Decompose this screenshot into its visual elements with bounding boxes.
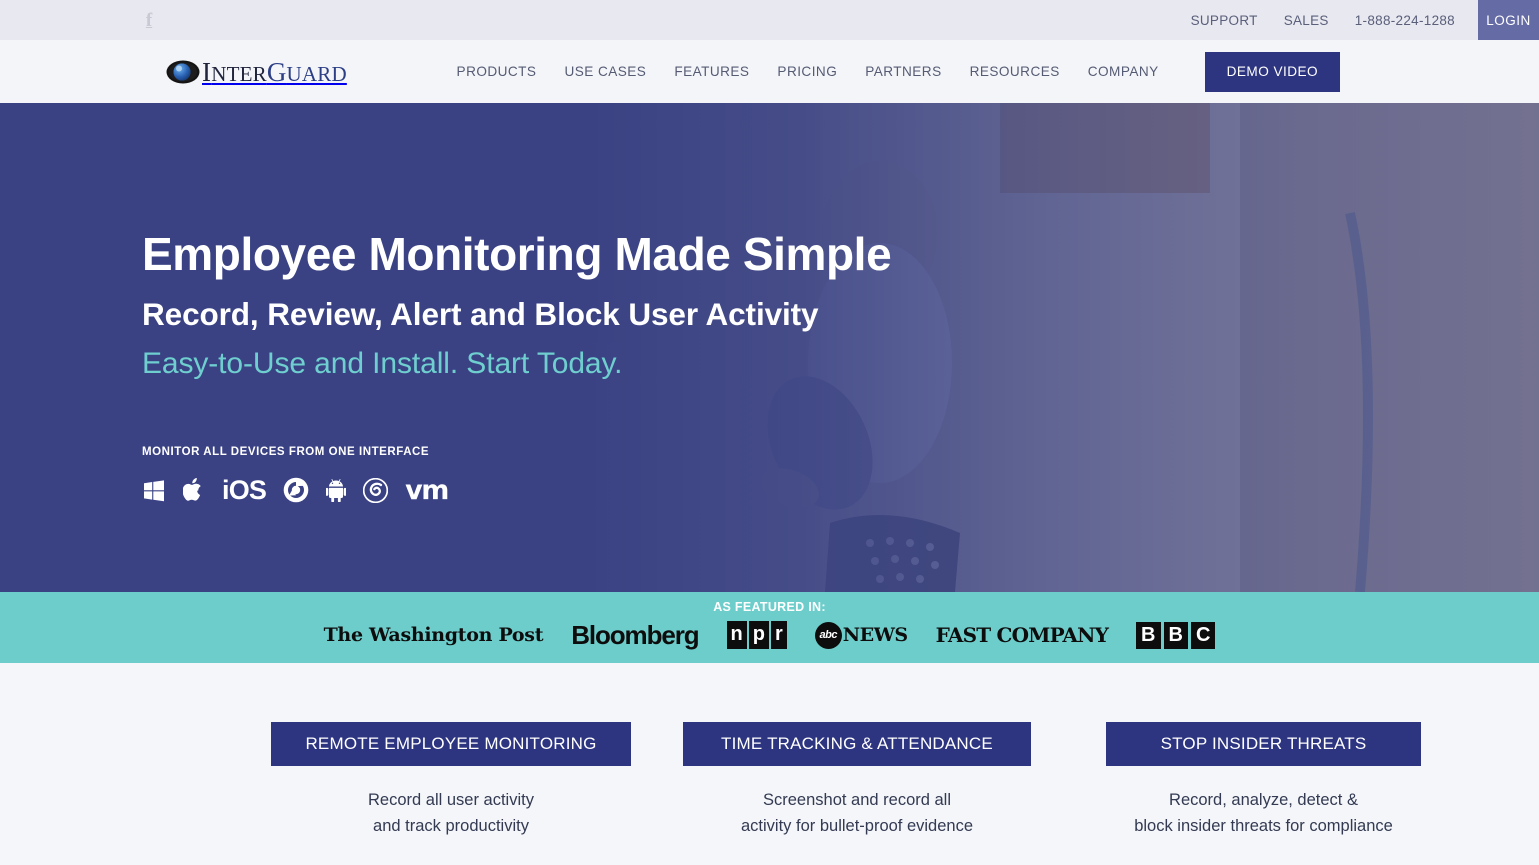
abc-circle-mark: abc [814, 621, 842, 649]
card-description: Record, analyze, detect & block insider … [1106, 788, 1421, 839]
nav-item-resources[interactable]: RESOURCES [970, 64, 1060, 79]
hero-subheadline: Record, Review, Alert and Block User Act… [142, 295, 819, 332]
nav-item-pricing[interactable]: PRICING [777, 64, 837, 79]
bbc-letter-b2: B [1163, 621, 1188, 649]
demo-video-button[interactable]: DEMO VIDEO [1204, 51, 1340, 92]
card-description-line-2: activity for bullet-proof evidence [740, 816, 974, 835]
logo-wordmark: INTERGUARD [202, 57, 347, 87]
primary-nav: PRODUCTS USE CASES FEATURES PRICING PART… [457, 40, 1539, 103]
npr-letter-n: n [726, 621, 747, 649]
topbar-phone-number[interactable]: 1-888-224-1288 [1355, 13, 1455, 28]
bloomberg-logo: Bloomberg [571, 619, 699, 650]
feature-cards: REMOTE EMPLOYEE MONITORING Record all us… [0, 663, 1539, 839]
card-description: Record all user activity and track produ… [271, 788, 631, 839]
nav-item-partners[interactable]: PARTNERS [865, 64, 941, 79]
abc-news-logo: abc NEWS [814, 621, 908, 649]
hero-headline: Employee Monitoring Made Simple [142, 228, 892, 280]
card-description: Screenshot and record all activity for b… [683, 788, 1031, 839]
topbar-link-sales[interactable]: SALES [1284, 13, 1329, 28]
feature-card-time-tracking-attendance[interactable]: TIME TRACKING & ATTENDANCE Screenshot an… [683, 722, 1031, 839]
top-utility-bar: f SUPPORT SALES 1-888-224-1288 LOGIN [0, 0, 1539, 40]
citrix-icon [363, 477, 389, 503]
hero-content: Employee Monitoring Made Simple Record, … [0, 103, 1539, 506]
npr-letter-r: r [770, 621, 787, 649]
nav-item-products[interactable]: PRODUCTS [457, 64, 537, 79]
card-description-line-1: Screenshot and record all [762, 791, 952, 809]
bbc-letter-c: C [1190, 621, 1216, 649]
nav-item-use-cases[interactable]: USE CASES [564, 64, 646, 79]
nav-item-company[interactable]: COMPANY [1088, 64, 1159, 79]
ios-icon: iOS [222, 474, 267, 505]
chrome-icon [283, 477, 309, 503]
facebook-icon[interactable]: f [140, 9, 158, 31]
feature-card-remote-employee-monitoring[interactable]: REMOTE EMPLOYEE MONITORING Record all us… [271, 722, 631, 839]
topbar-social-area: f [0, 0, 158, 40]
nav-item-features[interactable]: FEATURES [674, 64, 749, 79]
npr-letter-p: p [748, 621, 769, 649]
bbc-logo: B B C [1136, 621, 1216, 649]
main-navbar: INTERGUARD PRODUCTS USE CASES FEATURES P… [0, 40, 1539, 103]
apple-icon [183, 477, 205, 503]
fast-company-logo: FAST COMPANY [935, 623, 1109, 647]
interguard-logo[interactable]: INTERGUARD [166, 57, 347, 87]
hero-section: Employee Monitoring Made Simple Record, … [0, 103, 1539, 592]
as-featured-in-title: AS FEATURED IN: [713, 600, 826, 614]
android-icon [326, 478, 347, 503]
hero-devices-label: MONITOR ALL DEVICES FROM ONE INTERFACE [142, 446, 430, 459]
washington-post-logo: The Washington Post [323, 624, 544, 646]
topbar-links: SUPPORT SALES 1-888-224-1288 [1191, 0, 1478, 40]
topbar-link-support[interactable]: SUPPORT [1191, 13, 1258, 28]
login-button[interactable]: LOGIN [1478, 0, 1539, 40]
card-title[interactable]: STOP INSIDER THREATS [1106, 722, 1421, 766]
press-logos: The Washington Post Bloomberg n p r abc … [0, 620, 1539, 650]
vmware-icon: vm [405, 474, 449, 506]
feature-card-stop-insider-threats[interactable]: STOP INSIDER THREATS Record, analyze, de… [1106, 722, 1421, 839]
supported-devices-row: iOS vm [142, 474, 1539, 506]
npr-logo: n p r [726, 621, 787, 649]
topbar-right-group: SUPPORT SALES 1-888-224-1288 LOGIN [1191, 0, 1539, 40]
card-description-line-2: block insider threats for compliance [1134, 816, 1393, 835]
eye-logo-icon [166, 60, 200, 83]
card-description-line-1: Record, analyze, detect & [1169, 791, 1358, 809]
card-description-line-2: and track productivity [373, 816, 529, 835]
abc-news-word: NEWS [842, 624, 908, 646]
feature-cards-section: REMOTE EMPLOYEE MONITORING Record all us… [0, 663, 1539, 865]
card-title[interactable]: TIME TRACKING & ATTENDANCE [683, 722, 1031, 766]
card-description-line-1: Record all user activity [368, 791, 534, 809]
windows-icon [142, 478, 166, 502]
card-title[interactable]: REMOTE EMPLOYEE MONITORING [271, 722, 631, 766]
bbc-letter-b1: B [1136, 621, 1161, 649]
as-featured-in-band: AS FEATURED IN: The Washington Post Bloo… [0, 592, 1539, 663]
hero-tagline: Easy-to-Use and Install. Start Today. [142, 347, 623, 381]
